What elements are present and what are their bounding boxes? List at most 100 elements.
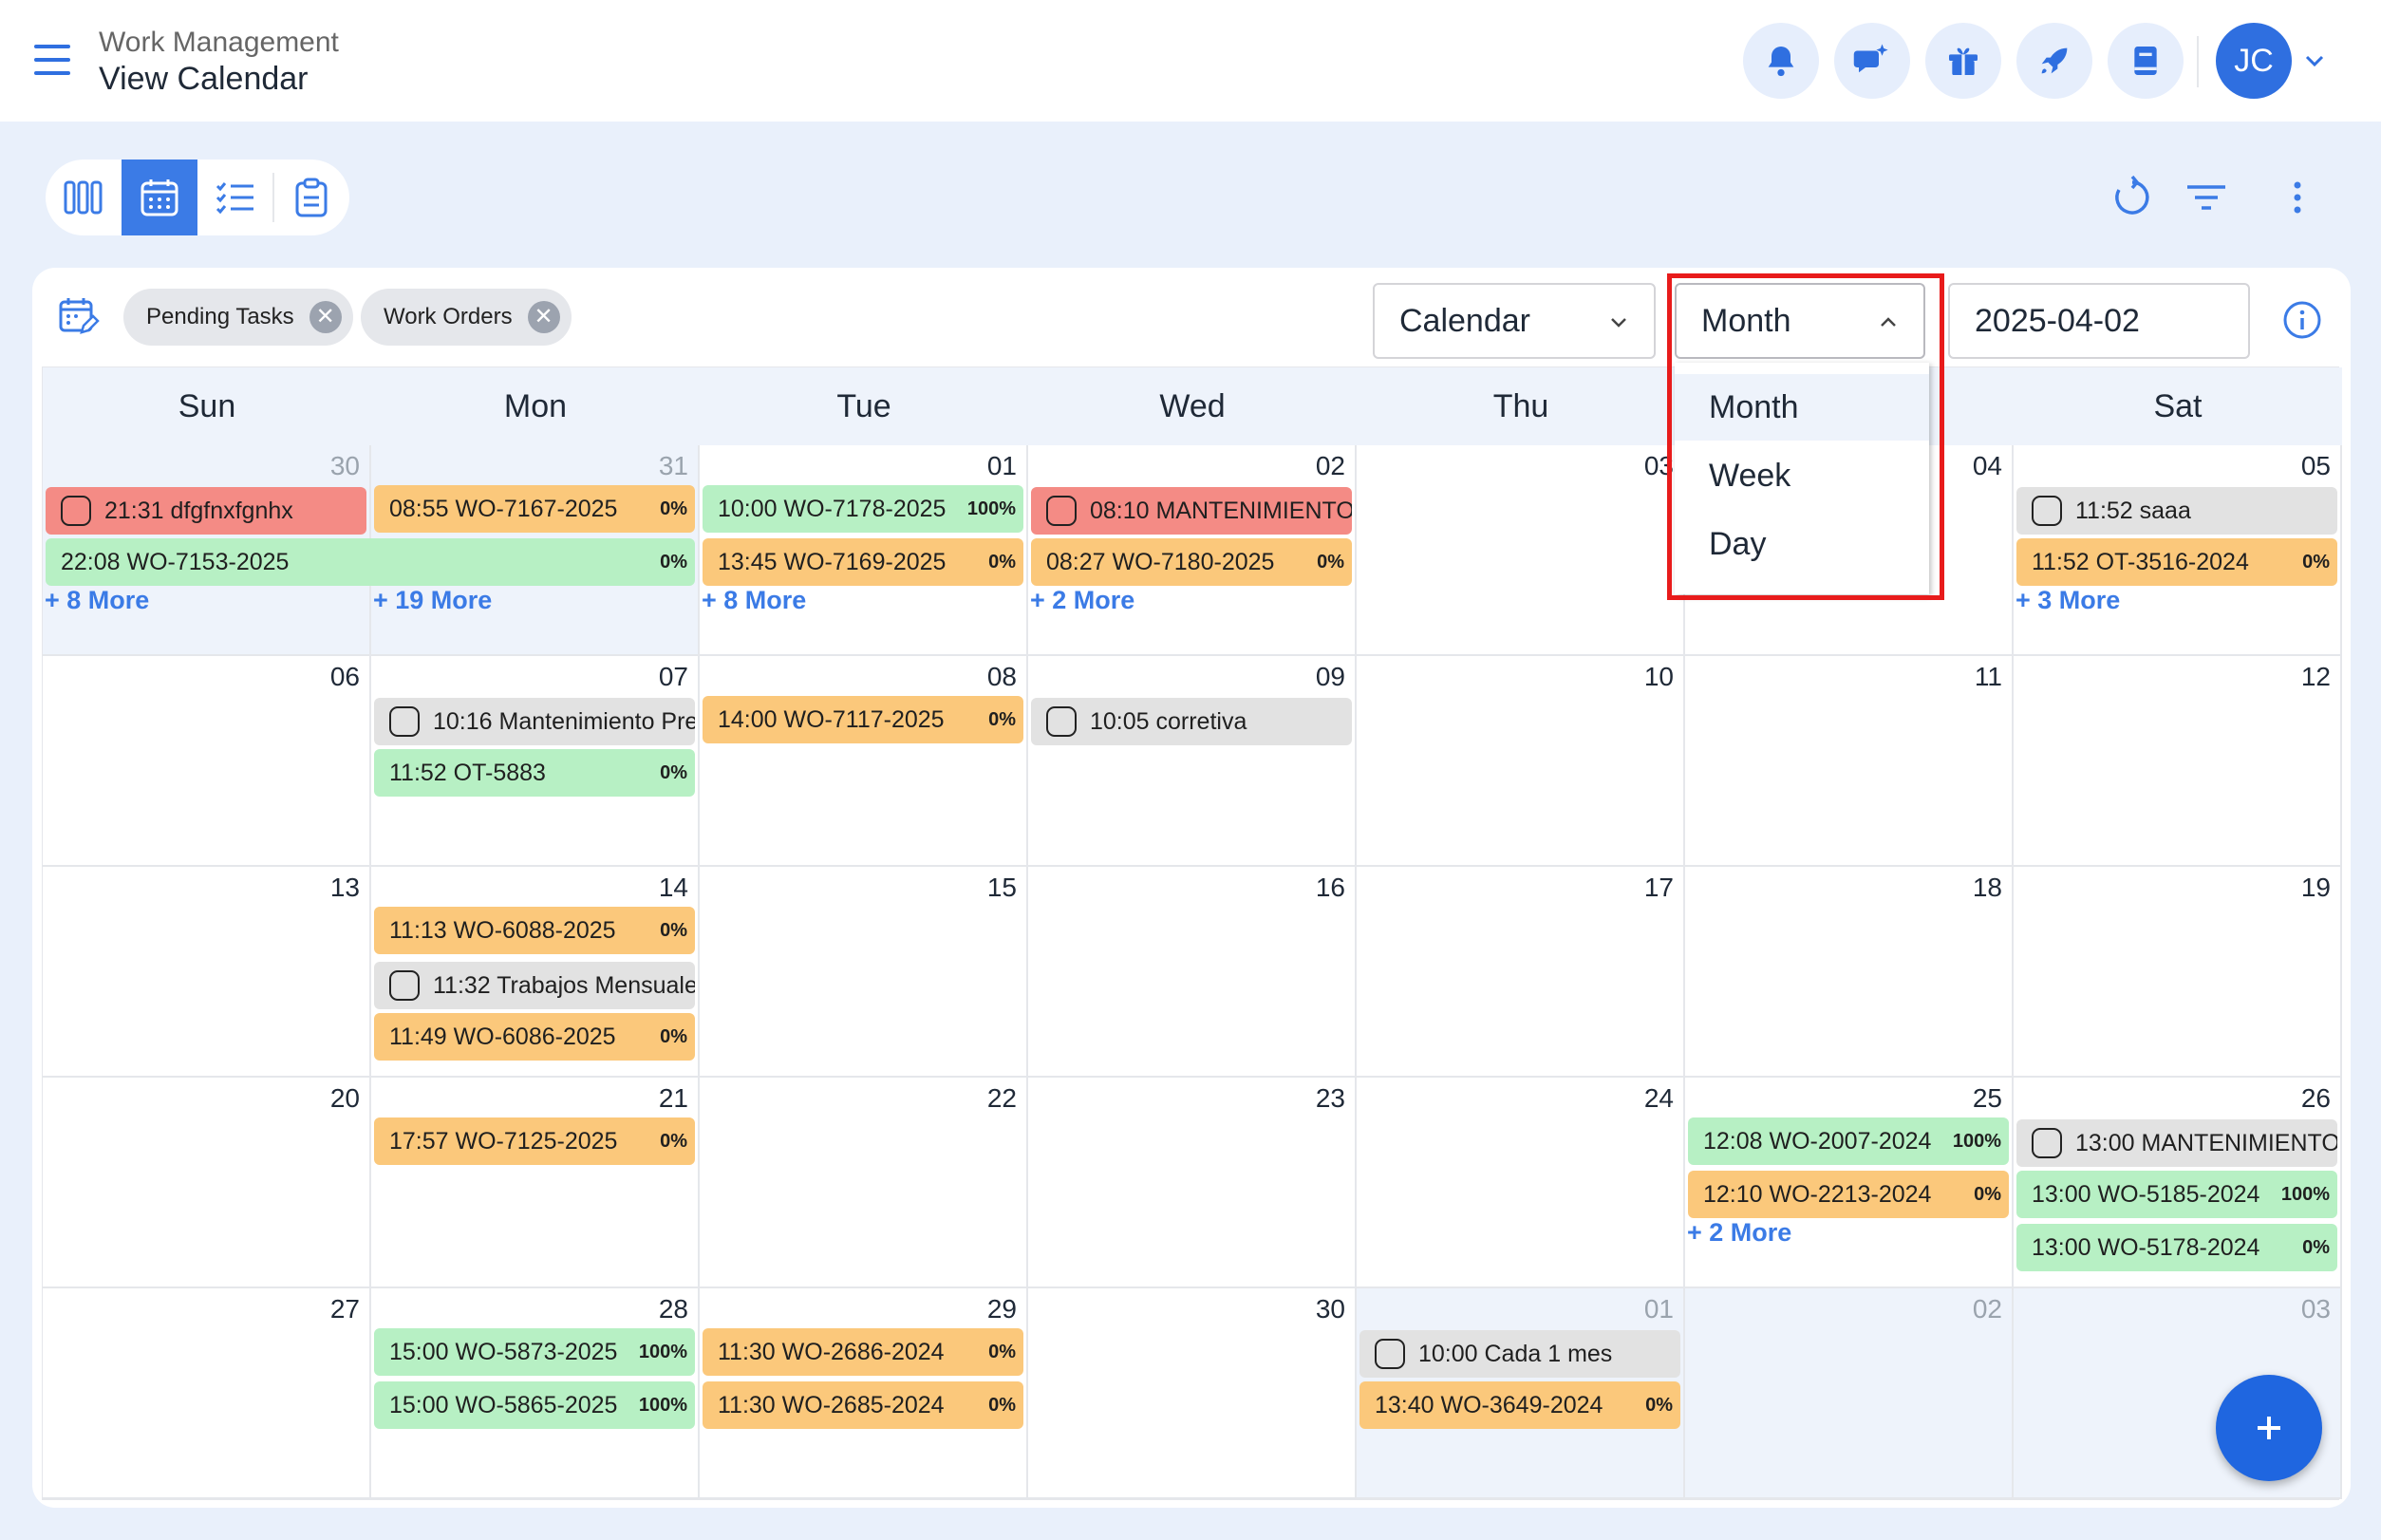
calendar-event[interactable]: 11:52 saaa [2016, 487, 2337, 535]
calendar-event[interactable]: 14:00 WO-7117-2025 0% [703, 696, 1023, 743]
day-number[interactable]: 09 [1316, 662, 1345, 692]
view-type-select[interactable]: Calendar [1373, 283, 1656, 359]
day-cell[interactable]: 26 13:00 MANTENIMIENTO ... 13:00 WO-5185-2… [2014, 1078, 2342, 1288]
day-cell[interactable]: 07 10:16 Mantenimiento Pre 11:52 OT-5883 0% [371, 656, 700, 867]
day-cell[interactable]: 09 10:05 corretiva [1028, 656, 1357, 867]
calendar-event[interactable]: 10:00 Cada 1 mes [1359, 1330, 1680, 1378]
calendar-settings-button[interactable] [57, 294, 101, 343]
day-cell[interactable]: 27 [43, 1288, 371, 1499]
task-checkbox[interactable] [2032, 1128, 2062, 1158]
list-view-button[interactable] [197, 160, 273, 235]
calendar-event[interactable]: 21:31 dfgfnxfgnhx [46, 487, 366, 535]
day-cell[interactable]: 12 [2014, 656, 2342, 867]
calendar-event[interactable]: 12:08 WO-2007-2024 100% [1688, 1117, 2009, 1165]
day-number[interactable]: 30 [330, 451, 360, 481]
day-number[interactable]: 31 [659, 451, 688, 481]
day-cell[interactable]: 17 [1357, 867, 1685, 1078]
calendar-event[interactable]: 08:27 WO-7180-2025 0% [1031, 538, 1352, 586]
notifications-button[interactable] [1743, 23, 1819, 99]
day-number[interactable]: 01 [1644, 1294, 1674, 1324]
day-number[interactable]: 02 [1316, 451, 1345, 481]
checklist-view-button[interactable] [273, 160, 349, 235]
day-cell[interactable]: 22 [700, 1078, 1028, 1288]
day-number[interactable]: 15 [987, 873, 1017, 903]
calendar-event[interactable]: 08:10 MANTENIMIENTO [1031, 487, 1352, 535]
day-cell[interactable]: 03 [1357, 445, 1685, 656]
more-events-link[interactable]: + 3 More [2015, 586, 2120, 615]
day-cell[interactable]: 18 [1685, 867, 2014, 1078]
day-cell[interactable]: 24 [1357, 1078, 1685, 1288]
calendar-event[interactable]: 13:00 MANTENIMIENTO ... [2016, 1119, 2337, 1167]
calendar-view-button[interactable] [122, 160, 197, 235]
more-options-button[interactable] [2269, 169, 2326, 226]
task-checkbox[interactable] [1046, 706, 1077, 737]
day-number[interactable]: 25 [1973, 1083, 2002, 1114]
launch-button[interactable] [2016, 23, 2092, 99]
day-number[interactable]: 20 [330, 1083, 360, 1114]
chevron-down-icon[interactable] [2301, 51, 2328, 70]
day-cell[interactable]: 02 08:10 MANTENIMIENTO 08:27 WO-7180-2025 0… [1028, 445, 1357, 656]
day-number[interactable]: 26 [2301, 1083, 2331, 1114]
more-events-link[interactable]: + 2 More [1030, 586, 1134, 615]
day-cell[interactable]: 14 11:13 WO-6088-2025 0% 11:32 Trabajos Men… [371, 867, 700, 1078]
day-cell[interactable]: 19 [2014, 867, 2342, 1078]
day-cell[interactable]: 11 [1685, 656, 2014, 867]
day-number[interactable]: 24 [1644, 1083, 1674, 1114]
day-cell[interactable]: 02 [1685, 1288, 2014, 1499]
filter-button[interactable] [2178, 169, 2235, 226]
day-number[interactable]: 30 [1316, 1294, 1345, 1324]
day-number[interactable]: 21 [659, 1083, 688, 1114]
day-number[interactable]: 08 [987, 662, 1017, 692]
day-cell[interactable]: 28 15:00 WO-5873-2025 100% 15:00 WO-5865-20… [371, 1288, 700, 1499]
calendar-event[interactable]: 15:00 WO-5873-2025 100% [374, 1328, 695, 1376]
task-checkbox[interactable] [1375, 1339, 1405, 1369]
day-number[interactable]: 12 [2301, 662, 2331, 692]
calendar-event[interactable]: 11:30 WO-2686-2024 0% [703, 1328, 1023, 1376]
day-cell[interactable]: 21 17:57 WO-7125-2025 0% [371, 1078, 700, 1288]
day-cell[interactable]: 01 10:00 WO-7178-2025 100% 13:45 WO-7169-20… [700, 445, 1028, 656]
calendar-event[interactable]: 10:05 corretiva [1031, 698, 1352, 745]
day-cell[interactable]: 01 10:00 Cada 1 mes 13:40 WO-3649-2024 0% [1357, 1288, 1685, 1499]
more-events-link[interactable]: + 8 More [702, 586, 806, 615]
day-cell[interactable]: 29 11:30 WO-2686-2024 0% 11:30 WO-2685-2024… [700, 1288, 1028, 1499]
task-checkbox[interactable] [389, 970, 420, 1001]
day-number[interactable]: 14 [659, 873, 688, 903]
day-cell[interactable]: 10 [1357, 656, 1685, 867]
calendar-event[interactable]: 08:55 WO-7167-2025 0% [374, 485, 695, 533]
day-number[interactable]: 10 [1644, 662, 1674, 692]
remove-chip-icon[interactable]: ✕ [527, 301, 560, 333]
day-number[interactable]: 06 [330, 662, 360, 692]
info-button[interactable] [2282, 300, 2322, 345]
day-cell[interactable]: 20 [43, 1078, 371, 1288]
calendar-event[interactable]: 11:52 OT-5883 0% [374, 749, 695, 797]
day-cell[interactable]: 13 [43, 867, 371, 1078]
calendar-event[interactable]: 10:00 WO-7178-2025 100% [703, 485, 1023, 533]
gift-button[interactable] [1925, 23, 2001, 99]
add-event-button[interactable] [2216, 1375, 2322, 1481]
day-number[interactable]: 23 [1316, 1083, 1345, 1114]
calendar-event[interactable]: 11:49 WO-6086-2025 0% [374, 1013, 695, 1061]
more-events-link[interactable]: + 19 More [373, 586, 492, 615]
day-number[interactable]: 22 [987, 1083, 1017, 1114]
calendar-event[interactable]: 15:00 WO-5865-2025 100% [374, 1381, 695, 1429]
calendar-event[interactable]: 10:16 Mantenimiento Pre [374, 698, 695, 745]
day-number[interactable]: 17 [1644, 873, 1674, 903]
day-number[interactable]: 07 [659, 662, 688, 692]
day-number[interactable]: 29 [987, 1294, 1017, 1324]
day-number[interactable]: 27 [330, 1294, 360, 1324]
date-picker-input[interactable]: 2025-04-02 [1948, 283, 2250, 359]
calendar-event[interactable]: 13:00 WO-5178-2024 0% [2016, 1224, 2337, 1271]
avatar[interactable]: JC [2216, 23, 2292, 99]
task-checkbox[interactable] [61, 496, 91, 526]
calendar-event[interactable]: 13:45 WO-7169-2025 0% [703, 538, 1023, 586]
day-number[interactable]: 01 [987, 451, 1017, 481]
task-checkbox[interactable] [1046, 496, 1077, 526]
more-events-link[interactable]: + 2 More [1687, 1218, 1791, 1248]
docs-button[interactable] [2108, 23, 2184, 99]
hamburger-menu-icon[interactable] [34, 45, 70, 75]
day-number[interactable]: 04 [1973, 451, 2002, 481]
calendar-event[interactable]: 13:00 WO-5185-2024 100% [2016, 1171, 2337, 1218]
day-number[interactable]: 18 [1973, 873, 2002, 903]
task-checkbox[interactable] [2032, 496, 2062, 526]
day-cell[interactable]: 06 [43, 656, 371, 867]
